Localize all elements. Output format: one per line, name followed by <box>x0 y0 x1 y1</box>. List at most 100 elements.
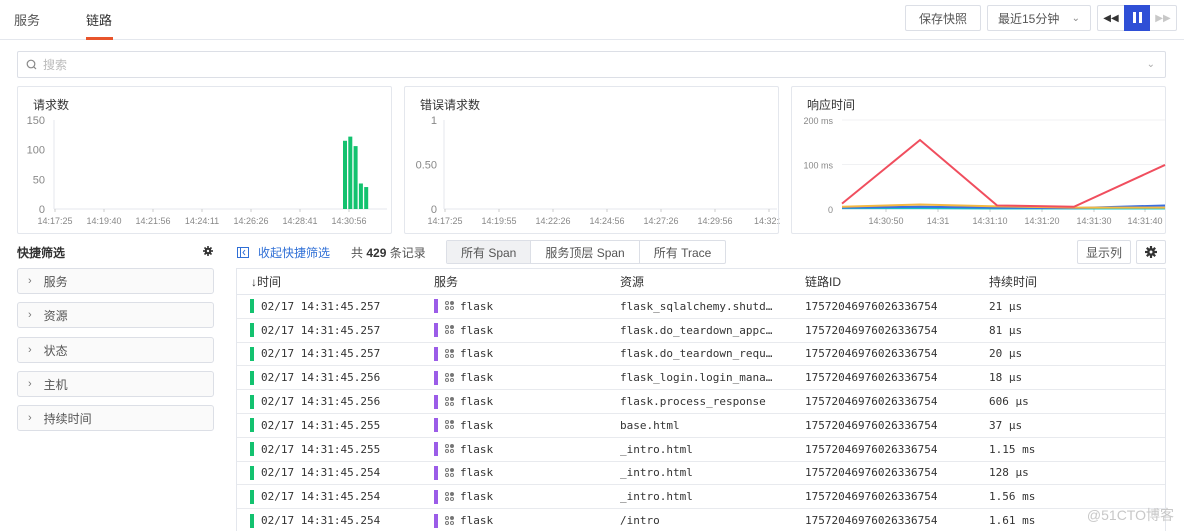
display-columns-button[interactable]: 显示列 <box>1077 240 1131 264</box>
search-bar[interactable]: ⌄ <box>17 51 1166 78</box>
tab-services[interactable]: 服务 <box>14 10 40 29</box>
table-settings-button[interactable] <box>1136 240 1166 264</box>
trace-id-cell[interactable]: 17572046976026336754 <box>805 462 937 485</box>
service-color-indicator <box>434 299 438 314</box>
request-bar <box>358 183 363 209</box>
table-row[interactable]: 02/17 14:31:45.257 flask flask_sqlalchemy.… <box>237 295 1165 319</box>
duration-cell: 21 μs <box>989 299 1023 313</box>
column-header-trace-id[interactable]: 链路ID <box>805 269 841 294</box>
service-value: flask <box>460 418 494 432</box>
table-row[interactable]: 02/17 14:31:45.254 flask/intro 17572046976… <box>237 509 1165 531</box>
x-tick-label: 14:29:56 <box>697 216 732 226</box>
chevron-right-icon: › <box>28 344 32 356</box>
table-row[interactable]: 02/17 14:31:45.256 flask flask.process_res… <box>237 390 1165 414</box>
duration-cell: 606 μs <box>989 395 1029 409</box>
table-row[interactable]: 02/17 14:31:45.257 flask flask.do_teardown… <box>237 319 1165 343</box>
resource-cell: flask_login.login_mana… <box>620 371 773 385</box>
time-cell: 02/17 14:31:45.257 <box>250 319 380 342</box>
trace-id-cell[interactable]: 17572046976026336754 <box>805 366 937 389</box>
table-row[interactable]: 02/17 14:31:45.257 flask flask.do_teardown… <box>237 343 1165 367</box>
count-suffix: 条记录 <box>389 246 426 260</box>
trace-id-cell[interactable]: 17572046976026336754 <box>805 485 937 508</box>
table-row[interactable]: 02/17 14:31:45.256 flask flask_login.login… <box>237 366 1165 391</box>
collapse-label: 收起快捷筛选 <box>258 246 331 260</box>
time-value: 02/17 14:31:45.254 <box>261 514 381 528</box>
table-row[interactable]: 02/17 14:31:45.254 flask _intro.html 175720… <box>237 462 1165 486</box>
service-value: flask <box>460 466 494 480</box>
trace-id-cell[interactable]: 17572046976026336754 <box>805 319 937 342</box>
time-range-value: 最近15分钟 <box>998 11 1060 26</box>
y-tick-label: 0 <box>39 204 45 216</box>
duration-cell: 20 μs <box>989 347 1023 361</box>
status-ok-indicator <box>250 323 254 338</box>
service-color-indicator <box>434 394 438 409</box>
service-value: flask <box>460 299 494 313</box>
segment-all-trace[interactable]: 所有 Trace <box>640 241 726 263</box>
time-cell: 02/17 14:31:45.254 <box>250 462 380 485</box>
service-type-icon <box>445 491 455 502</box>
time-value: 02/17 14:31:45.254 <box>261 490 381 504</box>
column-header-resource[interactable]: 资源 <box>620 269 644 294</box>
time-cell: 02/17 14:31:45.256 <box>250 366 380 389</box>
filter-status[interactable]: › 状态 <box>17 337 214 363</box>
trace-id-cell[interactable]: 17572046976026336754 <box>805 390 937 413</box>
service-value: flask <box>460 347 494 361</box>
filter-label: 资源 <box>43 308 68 323</box>
request-bar <box>353 146 358 209</box>
collapse-quick-filter-button[interactable]: 收起快捷筛选 <box>237 244 330 261</box>
resource-cell: base.html <box>620 418 680 432</box>
service-color-indicator <box>434 465 438 480</box>
requests-chart-card: 请求数 0 50 100 150 14:17:25 14:19:40 14:21:56 14:… <box>17 86 392 234</box>
rewind-icon[interactable]: ◀◀ <box>1098 6 1124 30</box>
trace-id-cell[interactable]: 17572046976026336754 <box>805 509 937 531</box>
trace-id-cell[interactable]: 17572046976026336754 <box>805 295 937 318</box>
filter-label: 状态 <box>43 343 68 358</box>
service-cell: flask <box>434 343 493 366</box>
service-type-icon <box>445 396 455 407</box>
table-row[interactable]: 02/17 14:31:45.255 flask base.html 17572046… <box>237 414 1165 438</box>
service-cell: flask <box>434 295 493 318</box>
column-header-duration[interactable]: 持续时间 <box>989 269 1037 294</box>
table-row[interactable]: 02/17 14:31:45.255 flask _intro.html 175720… <box>237 438 1165 462</box>
chevron-down-icon[interactable]: ⌄ <box>1147 59 1155 70</box>
filter-resource[interactable]: › 资源 <box>17 302 214 328</box>
save-snapshot-button[interactable]: 保存快照 <box>905 5 981 31</box>
service-type-icon <box>445 467 455 478</box>
resource-cell: flask_sqlalchemy.shutd… <box>620 299 773 313</box>
trace-id-cell[interactable]: 17572046976026336754 <box>805 343 937 366</box>
service-type-icon <box>445 372 455 383</box>
service-color-indicator <box>434 489 438 504</box>
fast-forward-icon[interactable]: ▶▶ <box>1150 6 1176 30</box>
time-value: 02/17 14:31:45.256 <box>261 395 381 409</box>
time-cell: 02/17 14:31:45.254 <box>250 485 380 508</box>
segment-all-span[interactable]: 所有 Span <box>447 241 532 263</box>
request-bar <box>364 187 369 209</box>
segment-service-top-span[interactable]: 服务顶层 Span <box>531 241 640 263</box>
trace-id-cell[interactable]: 17572046976026336754 <box>805 414 937 437</box>
column-header-service[interactable]: 服务 <box>434 269 458 294</box>
gear-icon[interactable] <box>203 246 213 256</box>
service-color-indicator <box>434 370 438 385</box>
count-value: 429 <box>366 246 387 260</box>
search-input[interactable] <box>43 57 1147 72</box>
filter-duration[interactable]: › 持续时间 <box>17 405 214 431</box>
status-ok-indicator <box>250 465 254 480</box>
filter-service[interactable]: › 服务 <box>17 268 214 294</box>
duration-cell: 128 μs <box>989 466 1029 480</box>
time-value: 02/17 14:31:45.256 <box>261 371 381 385</box>
tab-traces[interactable]: 链路 <box>86 10 112 29</box>
service-cell: flask <box>434 509 493 531</box>
time-range-select[interactable]: 最近15分钟 ⌄ <box>987 5 1091 31</box>
trace-id-cell[interactable]: 17572046976026336754 <box>805 438 937 461</box>
column-header-time[interactable]: ↓时间 <box>251 269 281 294</box>
pause-icon[interactable] <box>1124 4 1150 31</box>
table-row[interactable]: 02/17 14:31:45.254 flask _intro.html 175720… <box>237 485 1165 510</box>
status-ok-indicator <box>250 370 254 385</box>
filter-host[interactable]: › 主机 <box>17 371 214 397</box>
duration-cell: 1.15 ms <box>989 442 1036 456</box>
x-tick-label: 14:26:26 <box>233 216 268 226</box>
duration-cell: 81 μs <box>989 323 1023 337</box>
quick-filter-title: 快捷筛选 <box>17 246 66 260</box>
resource-cell: _intro.html <box>620 442 693 456</box>
x-tick-label: 14:31:30 <box>1076 216 1111 226</box>
